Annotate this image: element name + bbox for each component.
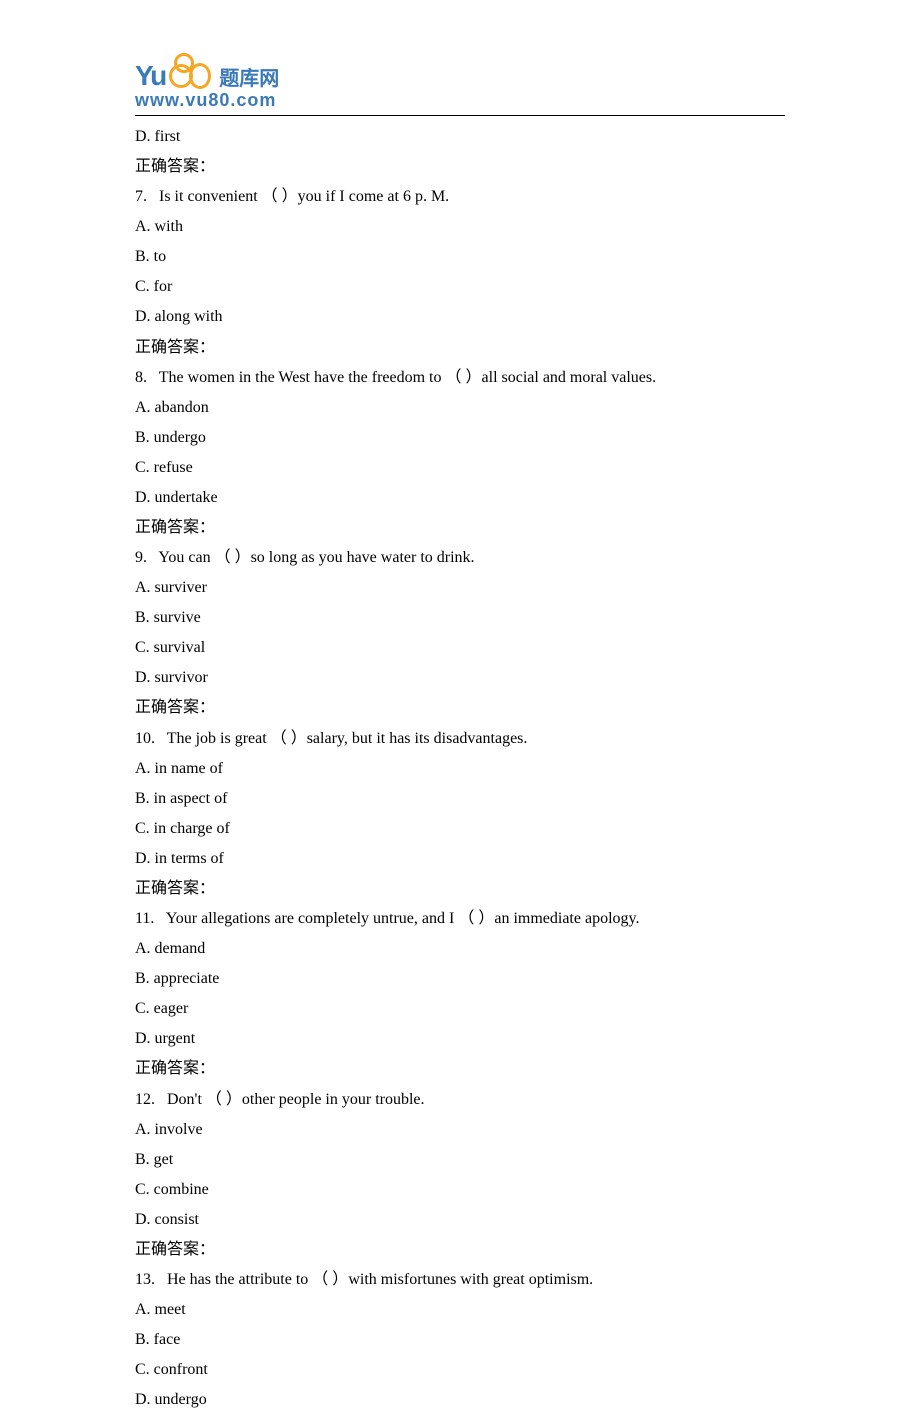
header-divider — [135, 115, 785, 116]
question-stem: 7. Is it convenient （ ）you if I come at … — [135, 182, 785, 212]
question-blank: （ ） — [458, 910, 494, 927]
option-text: D. undergo — [135, 1385, 785, 1415]
question-stem: 13. He has the attribute to （ ）with misf… — [135, 1265, 785, 1295]
option-text: C. confront — [135, 1355, 785, 1385]
option-text: A. involve — [135, 1115, 785, 1145]
question-text-after: you if I come at 6 p. M. — [298, 188, 450, 205]
question-number: 13. — [135, 1271, 155, 1288]
option-text: C. for — [135, 272, 785, 302]
question-stem: 10. The job is great （ ）salary, but it h… — [135, 724, 785, 754]
question-blank: （ ） — [271, 730, 307, 747]
question-text-after: other people in your trouble. — [242, 1091, 425, 1108]
option-text: B. to — [135, 242, 785, 272]
option-text: D. urgent — [135, 1024, 785, 1054]
question-number: 10. — [135, 730, 155, 747]
answer-label: 正确答案： — [135, 874, 785, 904]
option-text: D. first — [135, 122, 785, 152]
option-text: D. survivor — [135, 663, 785, 693]
question-text-after: all social and moral values. — [482, 369, 657, 386]
answer-label: 正确答案： — [135, 513, 785, 543]
option-text: D. along with — [135, 302, 785, 332]
option-text: A. surviver — [135, 573, 785, 603]
answer-label: 正确答案： — [135, 693, 785, 723]
option-text: A. abandon — [135, 393, 785, 423]
question-text-before: Is it convenient — [159, 188, 262, 205]
answer-label: 正确答案： — [135, 1235, 785, 1265]
question-number: 7. — [135, 188, 147, 205]
question-blank: （ ） — [215, 549, 251, 566]
question-blank: （ ） — [206, 1091, 242, 1108]
question-text-after: salary, but it has its disadvantages. — [307, 730, 528, 747]
question-text-after: an immediate apology. — [494, 910, 639, 927]
option-text: D. undertake — [135, 483, 785, 513]
question-text-before: Don't — [167, 1091, 206, 1108]
option-text: B. appreciate — [135, 964, 785, 994]
question-stem: 11. Your allegations are completely untr… — [135, 904, 785, 934]
logo-url: www.vu80.com — [135, 90, 785, 111]
option-text: A. demand — [135, 934, 785, 964]
logo-brand-chinese: 题库网 — [219, 62, 279, 91]
question-stem: 12. Don't （ ）other people in your troubl… — [135, 1085, 785, 1115]
question-number: 12. — [135, 1091, 155, 1108]
option-text: A. with — [135, 212, 785, 242]
question-blank: （ ） — [312, 1271, 348, 1288]
answer-label: 正确答案： — [135, 152, 785, 182]
question-stem: 8. The women in the West have the freedo… — [135, 363, 785, 393]
question-blank: （ ） — [446, 369, 482, 386]
question-text-after: with misfortunes with great optimism. — [348, 1271, 593, 1288]
option-text: B. survive — [135, 603, 785, 633]
question-blank: （ ） — [262, 188, 298, 205]
option-text: B. face — [135, 1325, 785, 1355]
option-text: C. survival — [135, 633, 785, 663]
option-text: B. get — [135, 1145, 785, 1175]
logo-80-icon — [169, 63, 211, 89]
question-stem: 9. You can （ ）so long as you have water … — [135, 543, 785, 573]
question-text-after: so long as you have water to drink. — [251, 549, 475, 566]
option-text: B. undergo — [135, 423, 785, 453]
document-content: D. first 正确答案： 7. Is it convenient （ ）yo… — [135, 122, 785, 1415]
question-number: 8. — [135, 369, 147, 386]
logo-brand-prefix: Yu — [135, 60, 165, 92]
option-text: C. eager — [135, 994, 785, 1024]
option-text: A. in name of — [135, 754, 785, 784]
option-text: B. in aspect of — [135, 784, 785, 814]
option-text: A. meet — [135, 1295, 785, 1325]
question-text-before: The job is great — [167, 730, 271, 747]
logo-top-row: Yu 题库网 — [135, 60, 785, 92]
option-text: C. combine — [135, 1175, 785, 1205]
option-text: D. in terms of — [135, 844, 785, 874]
answer-label: 正确答案： — [135, 1054, 785, 1084]
option-text: C. in charge of — [135, 814, 785, 844]
question-text-before: Your allegations are completely untrue, … — [166, 910, 459, 927]
question-number: 11. — [135, 910, 154, 927]
question-text-before: You can — [158, 549, 214, 566]
question-text-before: He has the attribute to — [167, 1271, 312, 1288]
question-number: 9. — [135, 549, 147, 566]
site-logo: Yu 题库网 www.vu80.com — [135, 60, 785, 111]
answer-label: 正确答案： — [135, 333, 785, 363]
option-text: D. consist — [135, 1205, 785, 1235]
question-text-before: The women in the West have the freedom t… — [159, 369, 446, 386]
option-text: C. refuse — [135, 453, 785, 483]
